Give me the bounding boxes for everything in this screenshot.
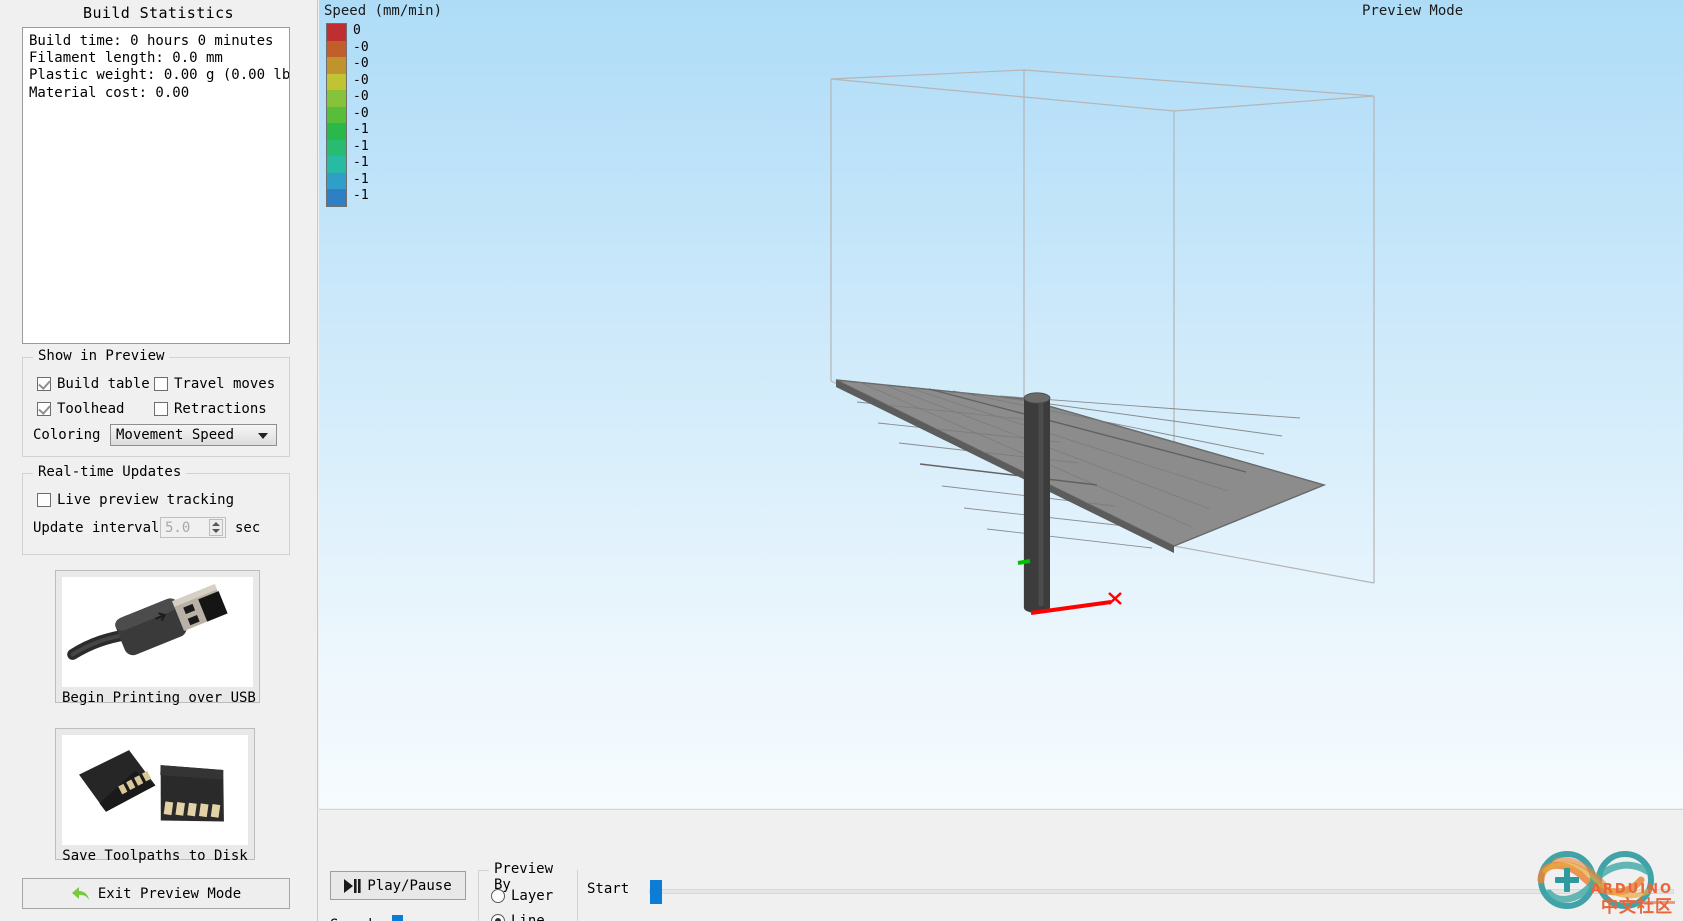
preview-by-group: Preview By Layer Line <box>478 861 578 921</box>
play-pause-icon <box>344 878 361 893</box>
legend-label-7: -1 <box>353 138 369 154</box>
real-time-updates-group: Real-time Updates Live preview tracking … <box>22 464 290 555</box>
toolhead-label: Toolhead <box>57 401 125 417</box>
checkbox-travel-moves[interactable]: Travel moves <box>154 376 275 392</box>
left-control-panel: Build Statistics Build time: 0 hours 0 m… <box>0 0 318 921</box>
checkbox-retractions[interactable]: Retractions <box>154 401 267 417</box>
travel-moves-checkbox-box[interactable] <box>154 377 168 391</box>
build-statistics-textarea: Build time: 0 hours 0 minutes Filament l… <box>22 27 290 344</box>
update-interval-spinner[interactable]: 5.0 <box>160 517 226 538</box>
travel-moves-label: Travel moves <box>174 376 276 392</box>
legend-label-5: -0 <box>353 105 369 121</box>
3d-preview-viewport[interactable]: Preview Mode Speed (mm/min) 0 -0 -0 -0 -0 -0-… <box>319 0 1683 808</box>
speed-color-legend-bar <box>326 23 347 207</box>
playback-control-bar: Play/Pause Speed: Preview By Layer Line … <box>319 809 1683 921</box>
checkbox-live-preview-tracking[interactable]: Live preview tracking <box>37 492 234 508</box>
speed-slider-thumb[interactable] <box>392 915 403 921</box>
line-radio-circle[interactable] <box>491 914 505 921</box>
checkbox-toolhead[interactable]: Toolhead <box>37 401 124 417</box>
spinner-arrows-icon[interactable] <box>209 519 223 536</box>
layer-radio-label: Layer <box>511 888 554 904</box>
legend-label-2: -0 <box>353 56 369 71</box>
y-axis-line <box>1017 559 1031 565</box>
radio-preview-by-layer[interactable]: Layer <box>491 888 553 904</box>
legend-title: Speed (mm/min) <box>324 3 443 19</box>
legend-label-3: -0 <box>353 72 369 88</box>
begin-printing-over-usb-button[interactable]: Begin Printing over USB <box>55 570 260 706</box>
real-time-updates-legend: Real-time Updates <box>33 464 187 480</box>
exit-preview-mode-label: Exit Preview Mode <box>97 885 242 902</box>
show-in-preview-legend: Show in Preview <box>33 348 170 364</box>
sd-card-icon <box>62 735 248 845</box>
sd-button-label: Save Toolpaths to Disk <box>62 848 248 864</box>
page-title: Build Statistics <box>83 4 234 22</box>
update-interval-unit: sec <box>235 520 261 536</box>
layer-radio-circle[interactable] <box>491 889 505 903</box>
start-slider-thumb[interactable] <box>650 880 662 904</box>
legend-label-4: -0 <box>353 89 369 104</box>
arduino-community-logo: ARDUINO 中文社区 <box>1521 847 1679 919</box>
live-preview-tracking-label: Live preview tracking <box>57 492 235 508</box>
legend-swatch-9 <box>327 172 346 189</box>
play-pause-label: Play/Pause <box>367 877 452 894</box>
preview-mode-indicator: Preview Mode <box>1362 3 1464 19</box>
legend-swatch-1 <box>327 40 346 57</box>
show-in-preview-group: Show in Preview Build table Travel moves… <box>22 348 290 457</box>
toolhead <box>1023 392 1051 613</box>
usb-cable-icon <box>62 577 253 687</box>
spinner-down-icon[interactable] <box>212 529 220 534</box>
update-interval-label: Update interval <box>33 520 160 536</box>
3d-scene <box>830 69 1375 615</box>
save-toolpaths-to-disk-button[interactable]: Save Toolpaths to Disk <box>55 728 255 864</box>
coloring-label: Coloring <box>33 427 101 443</box>
legend-label-6: -1 <box>353 122 369 137</box>
x-axis-label-icon <box>1108 592 1122 605</box>
build-plate <box>835 379 1327 553</box>
legend-swatch-4 <box>327 90 346 107</box>
update-interval-value: 5.0 <box>165 519 191 536</box>
start-slider-label: Start <box>587 881 630 897</box>
legend-swatch-0 <box>327 24 346 41</box>
legend-label-1: -0 <box>353 39 369 55</box>
usb-button-label: Begin Printing over USB <box>62 690 256 706</box>
live-preview-tracking-checkbox-box[interactable] <box>37 493 51 507</box>
radio-preview-by-line[interactable]: Line <box>491 913 545 921</box>
preview-mode-window: Build Statistics Build time: 0 hours 0 m… <box>0 0 1683 921</box>
arduino-cn-wordmark: 中文社区 <box>1601 897 1673 917</box>
build-table-checkbox-box[interactable] <box>37 377 51 391</box>
legend-swatch-5 <box>327 106 346 123</box>
line-radio-label: Line <box>511 913 545 921</box>
checkbox-build-table[interactable]: Build table <box>37 376 150 392</box>
retractions-checkbox-box[interactable] <box>154 402 168 416</box>
speed-color-legend-labels: 0 -0 -0 -0 -0 -0 -1 -1 -1 -1 -1 <box>353 23 369 205</box>
back-arrow-icon <box>71 887 89 900</box>
toolhead-checkbox-box[interactable] <box>37 402 51 416</box>
legend-label-8: -1 <box>353 155 369 170</box>
legend-swatch-7 <box>327 139 346 156</box>
retractions-label: Retractions <box>174 401 267 417</box>
legend-swatch-3 <box>327 73 346 90</box>
coloring-select-value: Movement Speed <box>116 427 235 443</box>
build-table-label: Build table <box>57 376 150 392</box>
legend-swatch-10 <box>327 189 346 206</box>
legend-label-9: -1 <box>353 171 369 187</box>
legend-swatch-2 <box>327 57 346 74</box>
legend-swatch-6 <box>327 123 346 140</box>
exit-preview-mode-button[interactable]: Exit Preview Mode <box>22 878 290 909</box>
chevron-down-icon <box>258 433 268 439</box>
legend-label-0: 0 <box>353 23 361 38</box>
coloring-select[interactable]: Movement Speed <box>110 424 277 446</box>
speed-slider-label: Speed: <box>330 917 381 921</box>
legend-swatch-8 <box>327 156 346 173</box>
legend-label-10: -1 <box>353 188 369 203</box>
play-pause-button[interactable]: Play/Pause <box>330 871 466 900</box>
spinner-up-icon[interactable] <box>212 521 220 526</box>
